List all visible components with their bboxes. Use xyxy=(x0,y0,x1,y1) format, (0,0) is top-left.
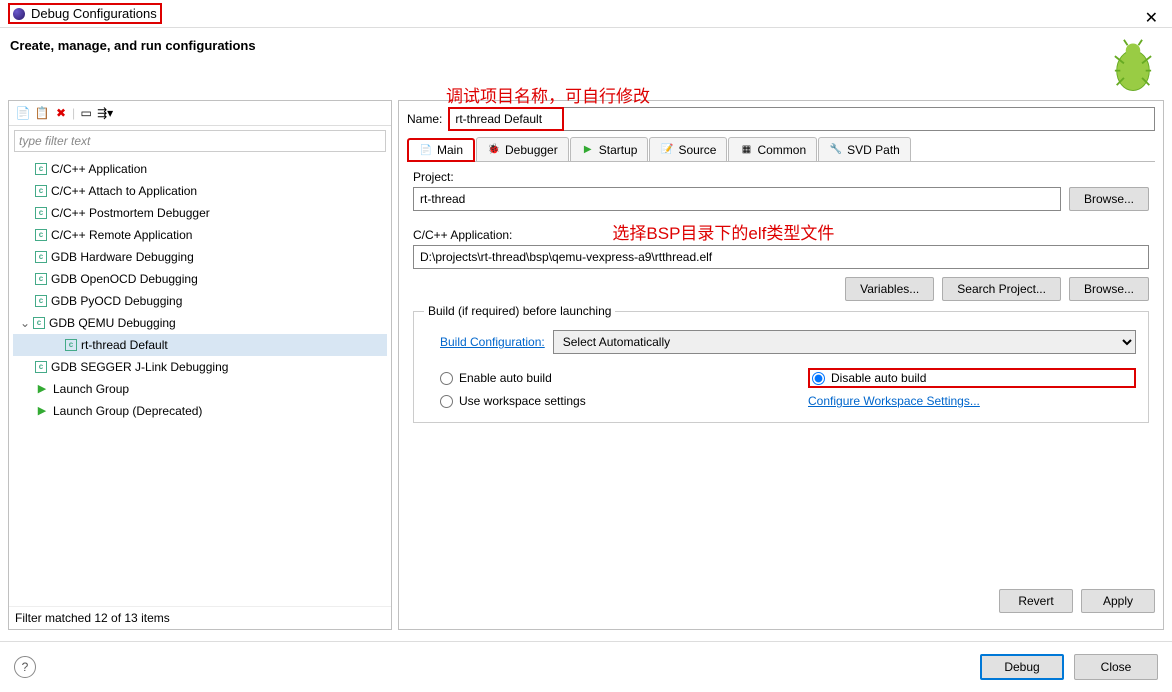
tree-item-launch-group-dep[interactable]: ▶Launch Group (Deprecated) xyxy=(13,400,387,422)
name-label: Name: xyxy=(407,112,442,126)
close-icon[interactable]: ✕ xyxy=(1145,8,1158,28)
window-title: Debug Configurations xyxy=(31,6,157,21)
tree-item-gdb-segger[interactable]: cGDB SEGGER J-Link Debugging xyxy=(13,356,387,378)
left-panel: 📄 📋 ✖ | ▭ ⇶▾ cC/C++ Application cC/C++ A… xyxy=(8,100,392,630)
app-input[interactable] xyxy=(413,245,1149,269)
header-text: Create, manage, and run configurations xyxy=(10,38,256,96)
radio-enable-auto-input[interactable] xyxy=(440,372,453,385)
tree-item-launch-group[interactable]: ▶Launch Group xyxy=(13,378,387,400)
tab-common[interactable]: ▦Common xyxy=(728,137,817,161)
tree-item-cpp-attach[interactable]: cC/C++ Attach to Application xyxy=(13,180,387,202)
annotation-app: 选择BSP目录下的elf类型文件 xyxy=(612,219,834,244)
browse-project-button[interactable]: Browse... xyxy=(1069,187,1149,211)
tree-item-gdb-qemu[interactable]: ⌄cGDB QEMU Debugging xyxy=(13,312,387,334)
tree-item-cpp-postmortem[interactable]: cC/C++ Postmortem Debugger xyxy=(13,202,387,224)
close-button[interactable]: Close xyxy=(1074,654,1158,680)
tree-item-rt-thread-default[interactable]: crt-thread Default xyxy=(13,334,387,356)
svd-icon: 🔧 xyxy=(829,143,843,157)
radio-use-workspace-input[interactable] xyxy=(440,395,453,408)
filter-icon[interactable]: ⇶▾ xyxy=(97,105,113,121)
delete-icon[interactable]: ✖ xyxy=(53,105,69,121)
variables-button[interactable]: Variables... xyxy=(845,277,934,301)
radio-disable-auto-input[interactable] xyxy=(812,372,825,385)
project-input[interactable] xyxy=(413,187,1061,211)
source-icon: 📝 xyxy=(660,143,674,157)
configure-workspace-link[interactable]: Configure Workspace Settings... xyxy=(808,394,1136,408)
filter-status: Filter matched 12 of 13 items xyxy=(9,606,391,629)
filter-input[interactable] xyxy=(14,130,386,152)
tree-item-cpp-app[interactable]: cC/C++ Application xyxy=(13,158,387,180)
tab-main[interactable]: 📄Main xyxy=(407,138,475,162)
tab-source[interactable]: 📝Source xyxy=(649,137,727,161)
bug-icon xyxy=(1104,38,1162,96)
titlebar: Debug Configurations xyxy=(0,0,1172,28)
right-panel: Name: // merge the highlighted name inpu… xyxy=(398,100,1164,630)
common-icon: ▦ xyxy=(739,143,753,157)
config-tree: cC/C++ Application cC/C++ Attach to Appl… xyxy=(9,156,391,606)
chevron-down-icon[interactable]: ⌄ xyxy=(17,314,33,332)
help-icon[interactable]: ? xyxy=(14,656,36,678)
bug-small-icon: 🐞 xyxy=(487,143,501,157)
tree-item-gdb-hw[interactable]: cGDB Hardware Debugging xyxy=(13,246,387,268)
tree-item-cpp-remote[interactable]: cC/C++ Remote Application xyxy=(13,224,387,246)
tree-item-gdb-openocd[interactable]: cGDB OpenOCD Debugging xyxy=(13,268,387,290)
annotation-name: 调试项目名称，可自行修改 xyxy=(446,82,650,107)
project-label: Project: xyxy=(413,170,1149,184)
new-config-icon[interactable]: 📄 xyxy=(15,105,31,121)
radio-enable-auto[interactable]: Enable auto build xyxy=(440,368,768,388)
doc-icon: 📄 xyxy=(419,143,433,157)
tab-startup[interactable]: ▶Startup xyxy=(570,137,649,161)
app-label: C/C++ Application: xyxy=(413,228,512,242)
left-toolbar: 📄 📋 ✖ | ▭ ⇶▾ xyxy=(9,101,391,126)
play-icon: ▶ xyxy=(581,143,595,157)
revert-button[interactable]: Revert xyxy=(999,589,1073,613)
tab-svd-path[interactable]: 🔧SVD Path xyxy=(818,137,911,161)
tree-item-gdb-pyocd[interactable]: cGDB PyOCD Debugging xyxy=(13,290,387,312)
radio-use-workspace[interactable]: Use workspace settings xyxy=(440,394,768,408)
build-fieldset: Build (if required) before launching Bui… xyxy=(413,311,1149,423)
tabs: 📄Main 🐞Debugger ▶Startup 📝Source ▦Common… xyxy=(407,137,1155,162)
apply-button[interactable]: Apply xyxy=(1081,589,1155,613)
debug-button[interactable]: Debug xyxy=(980,654,1064,680)
collapse-icon[interactable]: ▭ xyxy=(78,105,94,121)
build-config-link[interactable]: Build Configuration: xyxy=(440,335,545,349)
footer: ? Debug Close xyxy=(0,641,1172,692)
eclipse-icon xyxy=(13,8,25,20)
search-project-button[interactable]: Search Project... xyxy=(942,277,1061,301)
browse-app-button[interactable]: Browse... xyxy=(1069,277,1149,301)
build-legend: Build (if required) before launching xyxy=(424,304,615,318)
name-input[interactable] xyxy=(450,109,562,129)
tab-debugger[interactable]: 🐞Debugger xyxy=(476,137,569,161)
radio-disable-auto[interactable]: Disable auto build xyxy=(812,371,926,385)
build-config-select[interactable]: Select Automatically xyxy=(553,330,1136,354)
duplicate-icon[interactable]: 📋 xyxy=(34,105,50,121)
